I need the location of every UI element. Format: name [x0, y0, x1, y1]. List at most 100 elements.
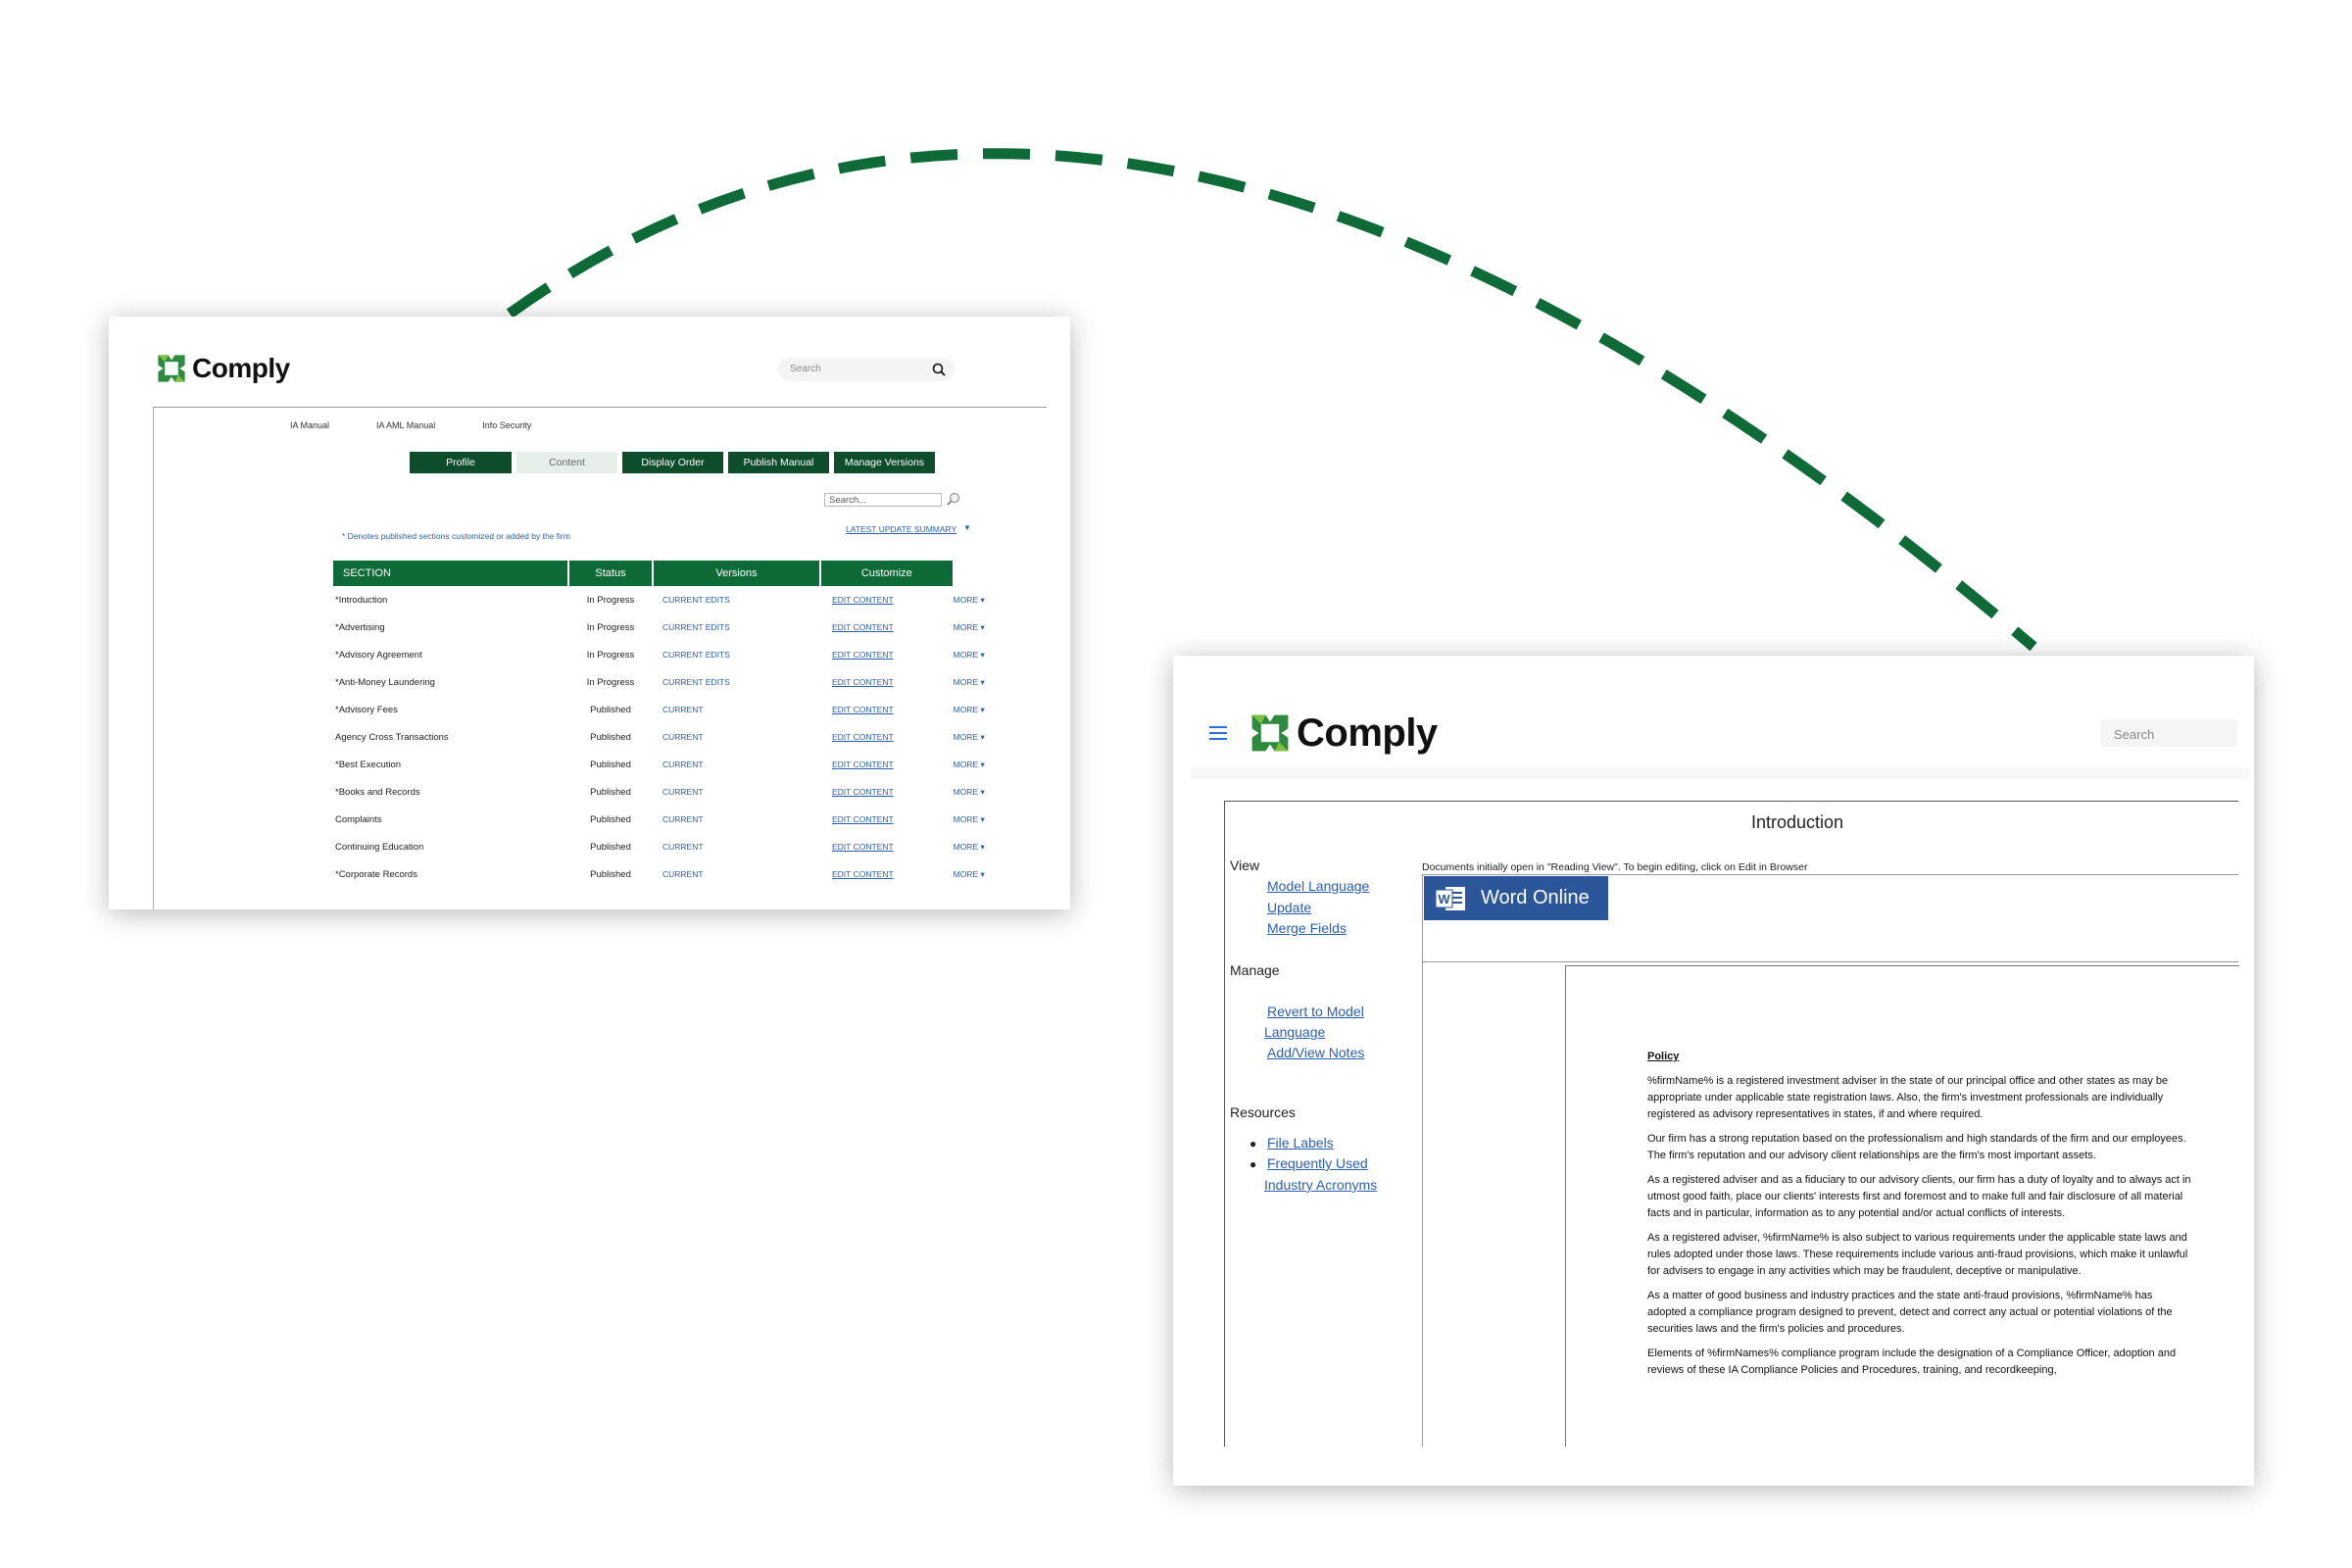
more-label: MORE	[953, 841, 979, 852]
version-link[interactable]: CURRENT	[653, 778, 820, 806]
tab-content[interactable]: Content	[516, 452, 617, 473]
section-status: Published	[590, 759, 631, 770]
manual-tabs: Profile Content Display Order Publish Ma…	[410, 452, 935, 473]
more-menu[interactable]: MORE ▾	[954, 613, 1010, 641]
menu-icon[interactable]	[1209, 726, 1227, 744]
column-header-customize[interactable]: Customize	[820, 561, 955, 586]
more-menu[interactable]: MORE ▾	[954, 723, 1010, 751]
column-header-section[interactable]: SECTION	[333, 561, 569, 586]
more-label: MORE	[953, 759, 979, 769]
more-label: MORE	[953, 676, 979, 687]
header-search[interactable]: Search	[778, 358, 955, 381]
version-link[interactable]: CURRENT EDITS	[653, 613, 820, 641]
edit-content-link[interactable]: EDIT CONTENT	[820, 778, 954, 806]
logo-text: Comply	[192, 353, 290, 383]
table-row: *Books and Records Published CURRENT EDIT C…	[333, 778, 1010, 806]
more-menu[interactable]: MORE ▾	[954, 806, 1010, 833]
header-search[interactable]: Search	[2100, 719, 2237, 747]
sidebar-link-revert-to-model[interactable]: Revert to Model	[1267, 1004, 1364, 1019]
more-label: MORE	[953, 813, 979, 824]
caret-down-icon: ▾	[978, 649, 985, 660]
comply-logo-icon	[1251, 714, 1289, 752]
sidebar-link-frequently-used[interactable]: Frequently Used	[1267, 1155, 1368, 1171]
caret-down-icon: ▾	[978, 594, 985, 605]
more-menu[interactable]: MORE ▾	[954, 696, 1010, 723]
edit-content-link[interactable]: EDIT CONTENT	[820, 696, 954, 723]
manual-link-info-security[interactable]: Info Security	[482, 420, 531, 430]
comply-logo[interactable]: Comply	[1248, 710, 1438, 756]
sidebar-link-model-language[interactable]: Model Language	[1267, 878, 1369, 894]
version-link[interactable]: CURRENT	[653, 723, 820, 751]
section-status: Published	[590, 704, 631, 715]
more-menu[interactable]: MORE ▾	[954, 668, 1010, 696]
manual-link-ia-aml[interactable]: IA AML Manual	[376, 420, 435, 430]
chevron-down-icon[interactable]: ▼	[963, 523, 971, 532]
edit-content-link[interactable]: EDIT CONTENT	[820, 668, 954, 696]
edit-content-link[interactable]: EDIT CONTENT	[820, 641, 954, 668]
section-search-input[interactable]: Search...	[824, 493, 942, 507]
policy-paragraph: Elements of %firmNames% compliance progr…	[1647, 1348, 2177, 1376]
tab-display-order[interactable]: Display Order	[622, 452, 723, 473]
tab-profile[interactable]: Profile	[410, 452, 512, 473]
section-name: *Advertising	[335, 621, 385, 633]
tab-publish-manual[interactable]: Publish Manual	[728, 452, 829, 473]
version-link[interactable]: CURRENT EDITS	[653, 641, 820, 668]
section-status: In Progress	[586, 676, 635, 688]
word-online-button[interactable]: W Word Online	[1424, 876, 1608, 920]
column-header-versions[interactable]: Versions	[653, 561, 821, 586]
bullet-icon: ●	[1250, 1137, 1257, 1151]
viewer-divider	[1422, 961, 2238, 962]
more-menu[interactable]: MORE ▾	[954, 778, 1010, 806]
version-link[interactable]: CURRENT	[653, 833, 820, 860]
word-online-label: Word Online	[1481, 887, 1590, 908]
policy-paragraph: %firmName% is a registered investment ad…	[1647, 1075, 2169, 1120]
version-link[interactable]: CURRENT	[653, 751, 820, 778]
search-placeholder: Search	[790, 364, 821, 374]
comply-logo[interactable]: Comply	[155, 352, 290, 385]
more-menu[interactable]: MORE ▾	[954, 641, 1010, 668]
more-menu[interactable]: MORE ▾	[954, 586, 1010, 613]
caret-down-icon: ▾	[978, 759, 985, 769]
version-link[interactable]: CURRENT EDITS	[653, 586, 820, 613]
edit-content-link[interactable]: EDIT CONTENT	[820, 833, 954, 860]
policy-paragraph: As a matter of good business and industr…	[1647, 1290, 2173, 1335]
section-name: Continuing Education	[335, 841, 424, 853]
sidebar-link-update[interactable]: Update	[1267, 900, 1311, 915]
tab-manage-versions[interactable]: Manage Versions	[834, 452, 935, 473]
sidebar-link-language[interactable]: Language	[1264, 1024, 1325, 1040]
edit-content-link[interactable]: EDIT CONTENT	[820, 751, 954, 778]
svg-text:W: W	[1438, 892, 1450, 906]
column-header-status[interactable]: Status	[568, 561, 654, 586]
more-menu[interactable]: MORE ▾	[954, 833, 1010, 860]
edit-content-link[interactable]: EDIT CONTENT	[820, 723, 954, 751]
section-search: Search...	[824, 493, 961, 509]
manual-link-ia[interactable]: IA Manual	[290, 420, 329, 430]
sidebar-link-merge-fields[interactable]: Merge Fields	[1267, 920, 1347, 936]
magnifier-icon[interactable]	[946, 491, 961, 507]
version-link[interactable]: CURRENT	[653, 860, 820, 888]
logo-text: Comply	[1297, 710, 1438, 755]
sidebar-link-industry-acronyms[interactable]: Industry Acronyms	[1264, 1177, 1377, 1193]
latest-update-summary-link[interactable]: LATEST UPDATE SUMMARY	[846, 524, 956, 534]
version-link[interactable]: CURRENT	[653, 806, 820, 833]
more-menu[interactable]: MORE ▾	[954, 751, 1010, 778]
sections-table: SECTION Status Versions Customize *Intro…	[333, 561, 1010, 888]
more-menu[interactable]: MORE ▾	[954, 860, 1010, 888]
sidebar-link-file-labels[interactable]: File Labels	[1267, 1135, 1334, 1151]
caret-down-icon: ▾	[978, 676, 985, 687]
caret-down-icon: ▾	[978, 621, 985, 632]
version-link[interactable]: CURRENT EDITS	[653, 668, 820, 696]
table-row: Agency Cross Transactions Published CURREN…	[333, 723, 1010, 751]
edit-content-link[interactable]: EDIT CONTENT	[820, 860, 954, 888]
edit-content-link[interactable]: EDIT CONTENT	[820, 806, 954, 833]
version-link[interactable]: CURRENT	[653, 696, 820, 723]
customized-note: * Denotes published sections customized …	[342, 531, 570, 541]
caret-down-icon: ▾	[978, 813, 985, 824]
more-label: MORE	[953, 594, 979, 605]
reading-view-note: Documents initially open in "Reading Vie…	[1422, 861, 1808, 873]
edit-content-link[interactable]: EDIT CONTENT	[820, 586, 954, 613]
search-icon[interactable]	[931, 362, 947, 377]
sidebar-link-add-view-notes[interactable]: Add/View Notes	[1267, 1045, 1364, 1060]
edit-content-link[interactable]: EDIT CONTENT	[820, 613, 954, 641]
policy-paragraph: As a registered adviser, %firmName% is a…	[1647, 1232, 2188, 1277]
